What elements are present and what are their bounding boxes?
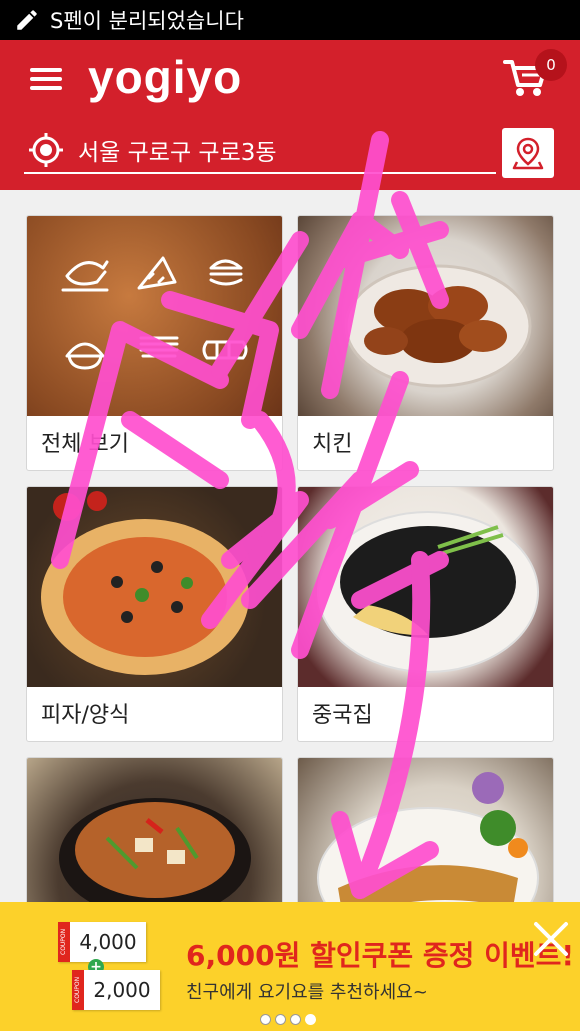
promo-title: 6,000원 할인쿠폰 증정 이벤트! (186, 939, 575, 972)
category-image-all (27, 216, 282, 416)
close-icon[interactable] (532, 920, 570, 958)
coupon-amount: 4,000 (79, 930, 137, 954)
category-card-chicken[interactable]: 치킨 (297, 215, 554, 471)
location-field[interactable]: 서울 구로구 구로3동 (24, 128, 496, 174)
coupon-card: COUPON 2,000 (72, 970, 160, 1010)
app-logo[interactable]: yogiyo (88, 50, 242, 104)
location-address: 서울 구로구 구로3동 (78, 140, 277, 166)
pagination-dot[interactable] (260, 1014, 271, 1025)
category-label: 피자/양식 (41, 703, 130, 728)
category-image-stew (27, 758, 282, 902)
pagination-dot[interactable] (275, 1014, 286, 1025)
map-pin-icon (512, 137, 544, 170)
category-card-stew[interactable] (26, 757, 283, 902)
status-text: S펜이 분리되었습니다 (50, 9, 244, 33)
pen-icon (17, 10, 37, 30)
coupon-tag: COUPON (60, 928, 67, 956)
category-image-cutlet (298, 758, 553, 902)
category-card-chinese[interactable]: 중국집 (297, 486, 554, 742)
coupon-tag: COUPON (74, 976, 81, 1004)
food-icons (61, 256, 248, 370)
pagination-dot[interactable] (290, 1014, 301, 1025)
location-target-icon (29, 133, 63, 167)
category-card-cutlet[interactable] (297, 757, 554, 902)
coupon-amount: 2,000 (93, 978, 151, 1002)
category-image-pizza (27, 487, 282, 687)
status-bar: S펜이 분리되었습니다 (0, 0, 580, 40)
pagination-dot-active[interactable] (305, 1014, 316, 1025)
promo-banner[interactable]: COUPON 4,000 + COUPON 2,000 6,000원 할인쿠폰 … (0, 902, 580, 1031)
app-header: yogiyo 0 (0, 40, 580, 116)
category-card-all[interactable]: 전체 보기 (26, 215, 283, 471)
promo-subtitle: 친구에게 요기요를 추천하세요~ (186, 982, 428, 1003)
cart-count-badge: 0 (535, 49, 567, 81)
category-label: 중국집 (312, 703, 373, 728)
category-image-chinese (298, 487, 553, 687)
map-location-button[interactable] (502, 128, 554, 178)
category-label: 전체 보기 (41, 432, 129, 457)
category-card-pizza[interactable]: 피자/양식 (26, 486, 283, 742)
banner-pagination (260, 1014, 316, 1025)
menu-icon[interactable] (30, 68, 62, 90)
category-image-chicken (298, 216, 553, 416)
category-grid: 전체 보기 치킨 피자/양식 중국집 (0, 190, 580, 902)
coupon-card: COUPON 4,000 (58, 922, 146, 962)
location-bar: 서울 구로구 구로3동 (0, 116, 580, 190)
category-label: 치킨 (312, 432, 353, 457)
